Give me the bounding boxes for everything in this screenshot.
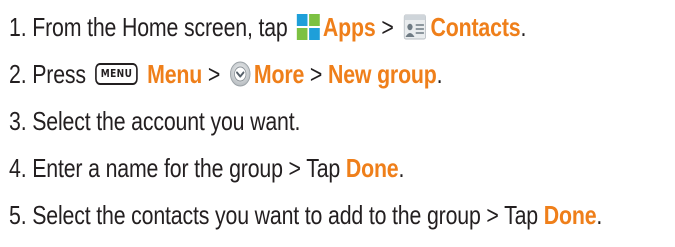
separator: > [207, 59, 221, 89]
step-2: 2. Press MENU Menu > More > New group. [9, 57, 443, 91]
step-text: From the Home screen, tap [32, 12, 288, 42]
done-label: Done [543, 200, 597, 230]
step-number: 3. [9, 106, 27, 136]
step-number: 4. [9, 153, 27, 183]
step-1: 1. From the Home screen, tap Apps > Cont… [9, 10, 526, 44]
step-number: 2. [9, 59, 27, 89]
step-text: Select the contacts you want to add to t… [32, 200, 538, 230]
step-3: 3. Select the account you want. [9, 104, 300, 138]
more-icon [229, 61, 251, 87]
instruction-steps: 1. From the Home screen, tap Apps > Cont… [0, 0, 675, 247]
apps-label: Apps [322, 12, 376, 42]
separator: > [309, 59, 323, 89]
step-5: 5. Select the contacts you want to add t… [9, 198, 602, 232]
step-text: Press [32, 59, 86, 89]
step-number: 5. [9, 200, 27, 230]
apps-grid-icon [296, 14, 320, 41]
contacts-icon [403, 12, 428, 42]
separator: > [381, 12, 394, 42]
more-label: More [253, 59, 305, 89]
step-text: Select the account you want. [32, 106, 301, 136]
trailing-period: . [520, 12, 527, 42]
new-group-label: New group [327, 59, 437, 89]
trailing-period: . [436, 59, 443, 89]
menu-key-icon: MENU [94, 63, 139, 86]
step-text: Enter a name for the group > Tap [32, 153, 341, 183]
step-number: 1. [9, 12, 27, 42]
step-4: 4. Enter a name for the group > Tap Done… [9, 151, 404, 185]
contacts-label: Contacts [430, 12, 521, 42]
menu-label: Menu [147, 59, 203, 89]
trailing-period: . [398, 153, 405, 183]
done-label: Done [345, 153, 399, 183]
trailing-period: . [596, 200, 603, 230]
